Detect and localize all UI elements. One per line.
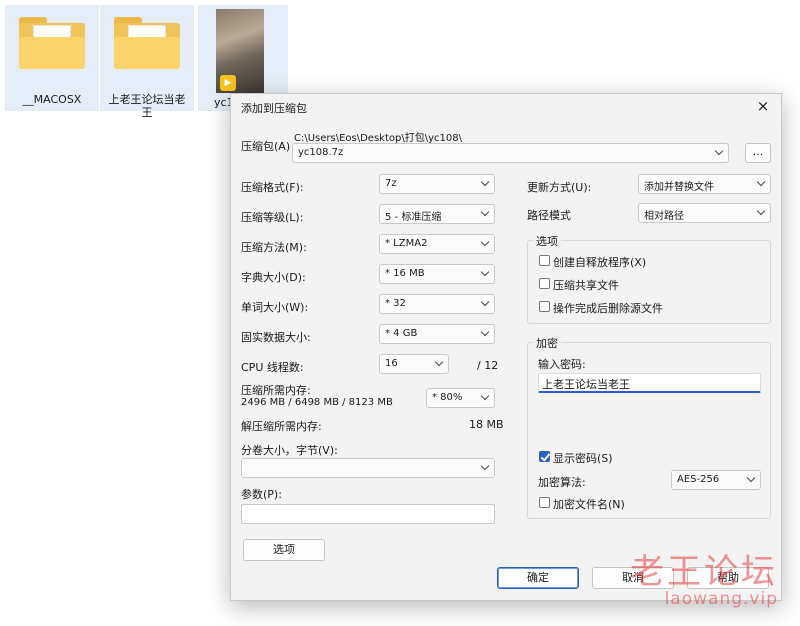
- archive-name-combo[interactable]: yc108.7z: [292, 143, 729, 163]
- decomp-value: 18 MB: [469, 418, 504, 431]
- delete-checkbox[interactable]: [539, 301, 550, 312]
- encrypt-names-checkbox[interactable]: [539, 497, 550, 508]
- path-mode-value: 相对路径: [644, 211, 684, 222]
- folder-icon: [19, 17, 85, 69]
- add-to-archive-dialog: 添加到压缩包 × 压缩包(A) C:\Users\Eos\Desktop\打包\…: [230, 93, 782, 601]
- mem-detail: 2496 MB / 6498 MB / 8123 MB: [241, 397, 393, 408]
- params-input[interactable]: [241, 504, 495, 524]
- method-value: * LZMA2: [385, 238, 428, 249]
- cpu-combo[interactable]: 16: [379, 354, 449, 374]
- ok-button[interactable]: 确定: [497, 567, 579, 589]
- cpu-label: CPU 线程数:: [241, 361, 304, 374]
- mem-percent-value: * 80%: [432, 392, 463, 403]
- chevron-down-icon: [481, 178, 489, 186]
- word-label: 单词大小(W):: [241, 301, 309, 314]
- level-value: 5 - 标准压缩: [385, 212, 442, 223]
- options-group-title: 选项: [533, 233, 561, 249]
- params-label: 参数(P):: [241, 488, 282, 501]
- dialog-title: 添加到压缩包: [241, 102, 307, 115]
- cpu-max: / 12: [477, 359, 499, 372]
- dialog-titlebar: 添加到压缩包 ×: [231, 94, 781, 120]
- delete-label[interactable]: 操作完成后删除源文件: [553, 300, 663, 316]
- chevron-down-icon: [747, 474, 755, 482]
- chevron-down-icon: [757, 178, 765, 186]
- split-label: 分卷大小，字节(V):: [241, 444, 338, 457]
- password-value: 上老王论坛当老王: [542, 378, 630, 391]
- show-password-label[interactable]: 显示密码(S): [553, 450, 613, 466]
- player-badge-icon: ▶: [220, 75, 236, 91]
- shared-label[interactable]: 压缩共享文件: [553, 277, 619, 293]
- chevron-down-icon: [481, 298, 489, 306]
- password-input[interactable]: 上老王论坛当老王: [538, 373, 761, 393]
- update-label: 更新方式(U):: [527, 181, 592, 194]
- chevron-down-icon: [481, 238, 489, 246]
- update-value: 添加并替换文件: [644, 182, 714, 193]
- method-label: 压缩方法(M):: [241, 241, 307, 254]
- dict-value: * 16 MB: [385, 268, 425, 279]
- archive-path: C:\Users\Eos\Desktop\打包\yc108\: [294, 133, 462, 144]
- chevron-down-icon: [435, 358, 443, 366]
- watermark: 老王论坛 laowang.vip: [630, 544, 778, 609]
- decomp-label: 解压缩所需内存:: [241, 420, 322, 433]
- chevron-down-icon: [757, 207, 765, 215]
- chevron-down-icon: [481, 392, 489, 400]
- watermark-cn: 老王论坛: [630, 552, 778, 592]
- sfx-checkbox[interactable]: [539, 255, 550, 266]
- archive-label: 压缩包(A): [241, 140, 291, 153]
- browse-button[interactable]: ...: [745, 143, 771, 163]
- chevron-down-icon: [715, 147, 723, 155]
- desktop-item-label: __MACOSX: [22, 93, 82, 106]
- word-value: * 32: [385, 298, 406, 309]
- chevron-down-icon: [481, 208, 489, 216]
- mem-label: 压缩所需内存:: [241, 384, 311, 397]
- algo-combo[interactable]: AES-256: [671, 470, 761, 490]
- algo-label: 加密算法:: [538, 476, 586, 489]
- split-combo[interactable]: [241, 458, 495, 478]
- chevron-down-icon: [481, 462, 489, 470]
- chevron-down-icon: [481, 268, 489, 276]
- update-combo[interactable]: 添加并替换文件: [638, 174, 771, 194]
- shared-checkbox[interactable]: [539, 278, 550, 289]
- method-combo[interactable]: * LZMA2: [379, 234, 495, 254]
- password-label: 输入密码:: [538, 358, 586, 371]
- mem-percent-combo[interactable]: * 80%: [426, 388, 495, 408]
- chevron-down-icon: [481, 328, 489, 336]
- dict-combo[interactable]: * 16 MB: [379, 264, 495, 284]
- solid-value: * 4 GB: [385, 328, 418, 339]
- desktop-folder-macosx[interactable]: __MACOSX: [5, 5, 99, 111]
- format-value: 7z: [385, 178, 397, 189]
- desktop-folder-laowang[interactable]: 上老王论坛当老王: [100, 5, 194, 119]
- dict-label: 字典大小(D):: [241, 271, 306, 284]
- close-icon[interactable]: ×: [749, 94, 777, 118]
- archive-name-value: yc108.7z: [298, 147, 344, 158]
- format-label: 压缩格式(F):: [241, 181, 304, 194]
- format-combo[interactable]: 7z: [379, 174, 495, 194]
- cpu-value: 16: [385, 358, 398, 369]
- show-password-checkbox[interactable]: [539, 451, 550, 462]
- desktop-item-label: 上老王论坛当老王: [108, 93, 186, 119]
- word-combo[interactable]: * 32: [379, 294, 495, 314]
- path-mode-combo[interactable]: 相对路径: [638, 203, 771, 223]
- encrypt-names-label[interactable]: 加密文件名(N): [553, 496, 625, 512]
- encrypt-group-title: 加密: [533, 335, 561, 351]
- folder-icon: [114, 17, 180, 69]
- solid-combo[interactable]: * 4 GB: [379, 324, 495, 344]
- path-mode-label: 路径模式: [527, 209, 571, 222]
- algo-value: AES-256: [677, 474, 720, 485]
- level-label: 压缩等级(L):: [241, 211, 304, 224]
- solid-label: 固实数据大小:: [241, 331, 311, 344]
- sfx-label[interactable]: 创建自释放程序(X): [553, 254, 646, 270]
- image-thumbnail-icon: ▶: [216, 9, 264, 93]
- level-combo[interactable]: 5 - 标准压缩: [379, 204, 495, 224]
- options-button[interactable]: 选项: [243, 539, 325, 561]
